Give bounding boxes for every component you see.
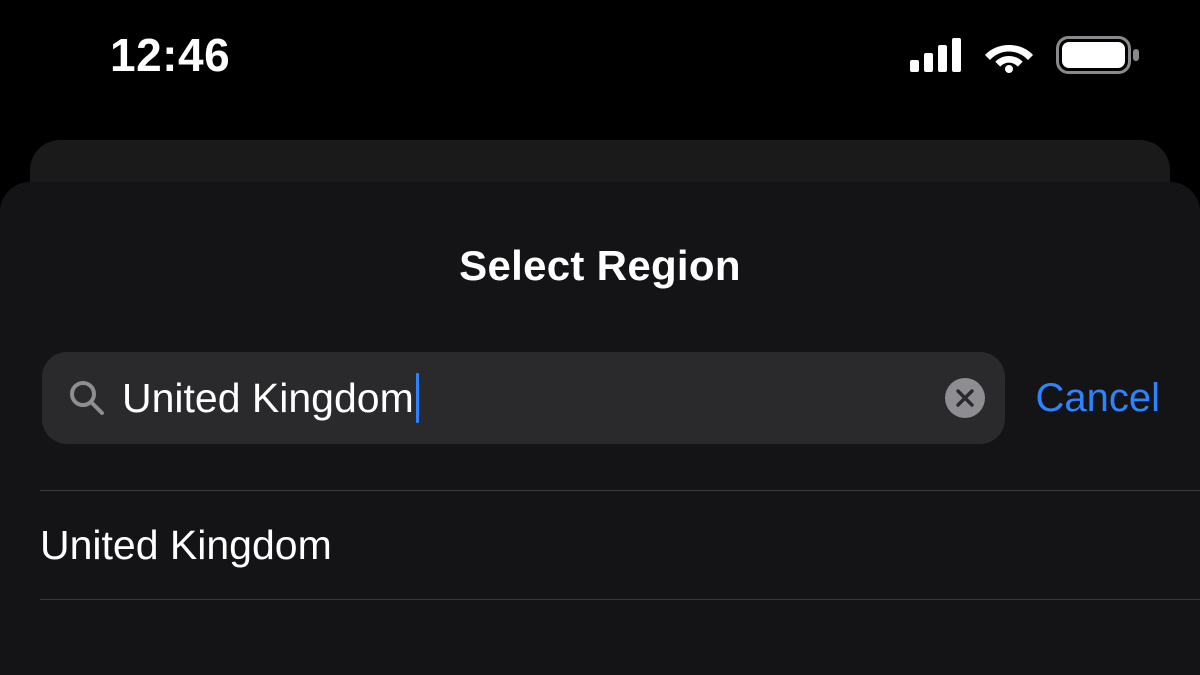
results-list: United Kingdom [0,490,1200,600]
search-input[interactable]: United Kingdom [122,352,945,444]
text-caret [416,373,419,423]
clear-search-button[interactable] [945,378,985,418]
result-label: United Kingdom [40,522,332,569]
status-indicators [910,36,1140,74]
select-region-sheet: Select Region United Kingdom Cancel [0,182,1200,675]
search-row: United Kingdom Cancel [0,352,1200,444]
wifi-icon [984,37,1034,73]
list-separator [40,599,1200,600]
search-icon [66,377,108,419]
search-field[interactable]: United Kingdom [42,352,1005,444]
status-time: 12:46 [110,28,230,82]
battery-icon [1056,36,1140,74]
search-input-value: United Kingdom [122,375,414,422]
sheet-title: Select Region [0,242,1200,290]
cancel-button[interactable]: Cancel [1035,376,1166,421]
cellular-signal-icon [910,38,962,72]
result-item-united-kingdom[interactable]: United Kingdom [0,491,1200,599]
status-bar: 12:46 [0,0,1200,110]
